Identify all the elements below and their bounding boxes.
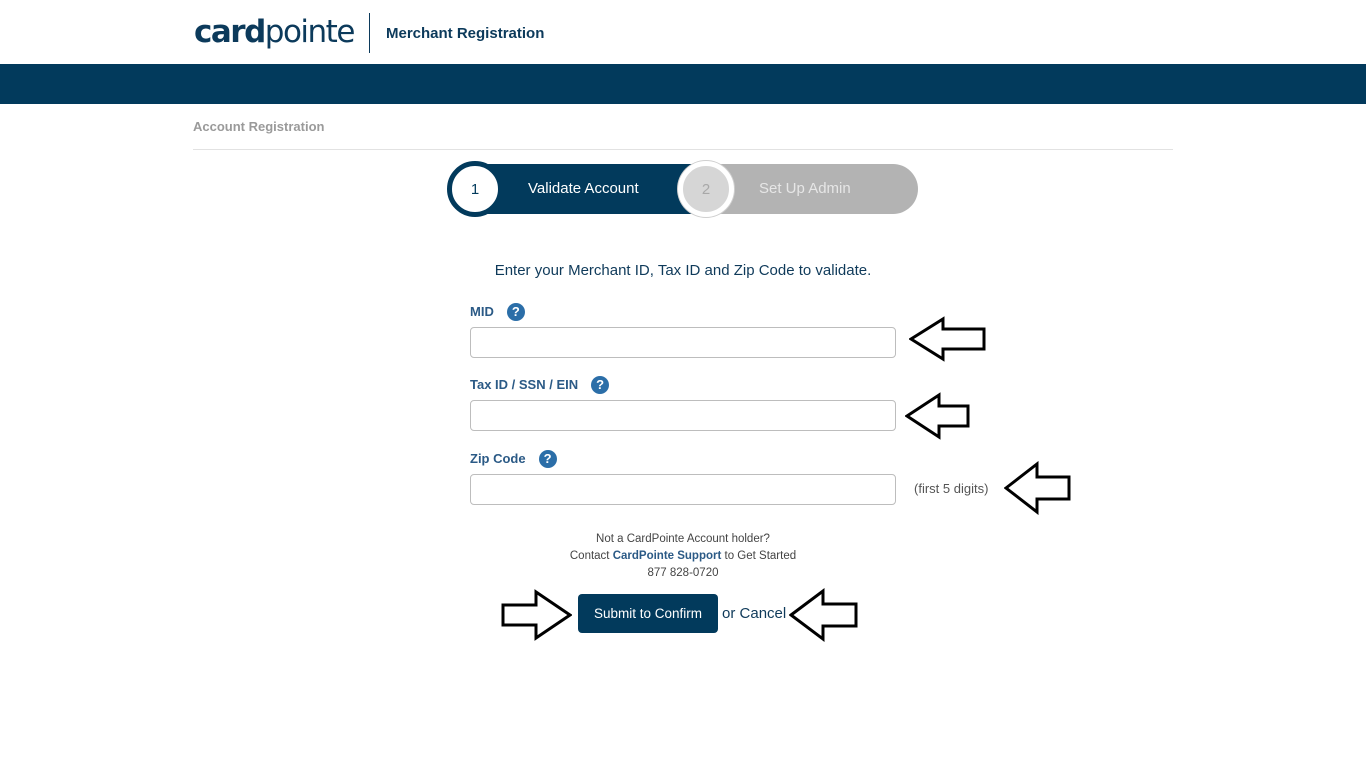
arrow-left-icon [1004, 461, 1071, 515]
mid-label-text: MID [470, 304, 494, 319]
support-line-1: Not a CardPointe Account holder? [596, 533, 770, 545]
zip-label-text: Zip Code [470, 451, 526, 466]
support-phone: 877 828-0720 [647, 567, 719, 579]
step-progress: 2 1 Validate Account Set Up Admin [446, 161, 920, 221]
step-2-label: Set Up Admin [759, 180, 851, 197]
nav-bar [0, 64, 1366, 104]
step-1-circle: 1 [447, 161, 503, 217]
tax-id-input[interactable] [470, 400, 896, 431]
support-suffix: to Get Started [721, 550, 797, 562]
submit-to-confirm-button[interactable]: Submit to Confirm [578, 594, 718, 633]
header: cardpointe Merchant Registration [0, 0, 1366, 64]
divider [193, 149, 1173, 150]
or-text: or [722, 605, 740, 622]
mid-label: MID ? [470, 303, 525, 321]
tax-id-help-icon[interactable]: ? [591, 376, 610, 394]
arrow-left-icon [905, 392, 970, 440]
zip-code-input[interactable] [470, 474, 896, 505]
logo-bold: card [194, 14, 266, 50]
arrow-left-icon [909, 316, 986, 362]
tax-id-label-text: Tax ID / SSN / EIN [470, 377, 579, 392]
cancel-area: or Cancel [722, 604, 786, 624]
step-1-label: Validate Account [528, 180, 639, 197]
zip-help-icon[interactable]: ? [538, 450, 557, 468]
zip-label: Zip Code ? [470, 450, 557, 468]
step-2-circle: 2 [678, 161, 734, 217]
header-divider [369, 13, 370, 53]
breadcrumb: Account Registration [193, 119, 325, 134]
logo-light: pointe [264, 14, 356, 50]
cancel-link[interactable]: Cancel [740, 605, 787, 622]
support-prefix: Contact [569, 550, 613, 562]
cardpointe-logo[interactable]: cardpointe [194, 10, 356, 54]
cardpointe-support-link[interactable]: CardPointe Support [613, 550, 722, 562]
arrow-right-icon [501, 589, 572, 641]
arrow-left-icon [789, 588, 858, 642]
mid-help-icon[interactable]: ? [506, 303, 525, 321]
instructions-text: Enter your Merchant ID, Tax ID and Zip C… [494, 262, 872, 279]
zip-hint: (first 5 digits) [914, 481, 989, 496]
mid-input[interactable] [470, 327, 896, 358]
support-line-2: Contact CardPointe Support to Get Starte… [470, 548, 896, 565]
page-title: Merchant Registration [386, 25, 545, 42]
tax-id-label: Tax ID / SSN / EIN ? [470, 376, 610, 394]
